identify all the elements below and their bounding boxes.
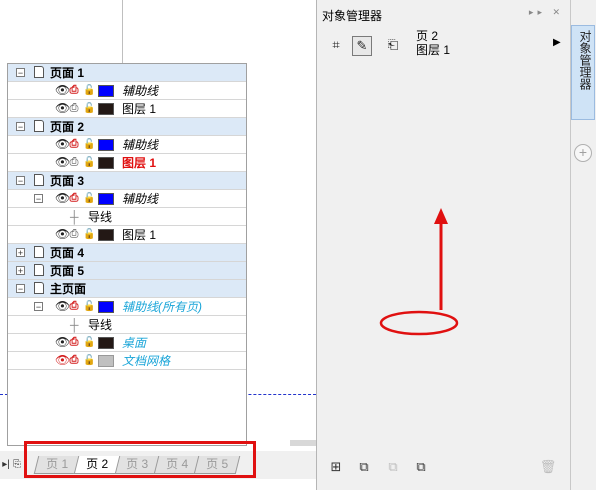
annotation-ellipse: [379, 310, 459, 336]
annotation-arrow-head: [434, 208, 448, 224]
annotation-overlay: [379, 208, 459, 336]
